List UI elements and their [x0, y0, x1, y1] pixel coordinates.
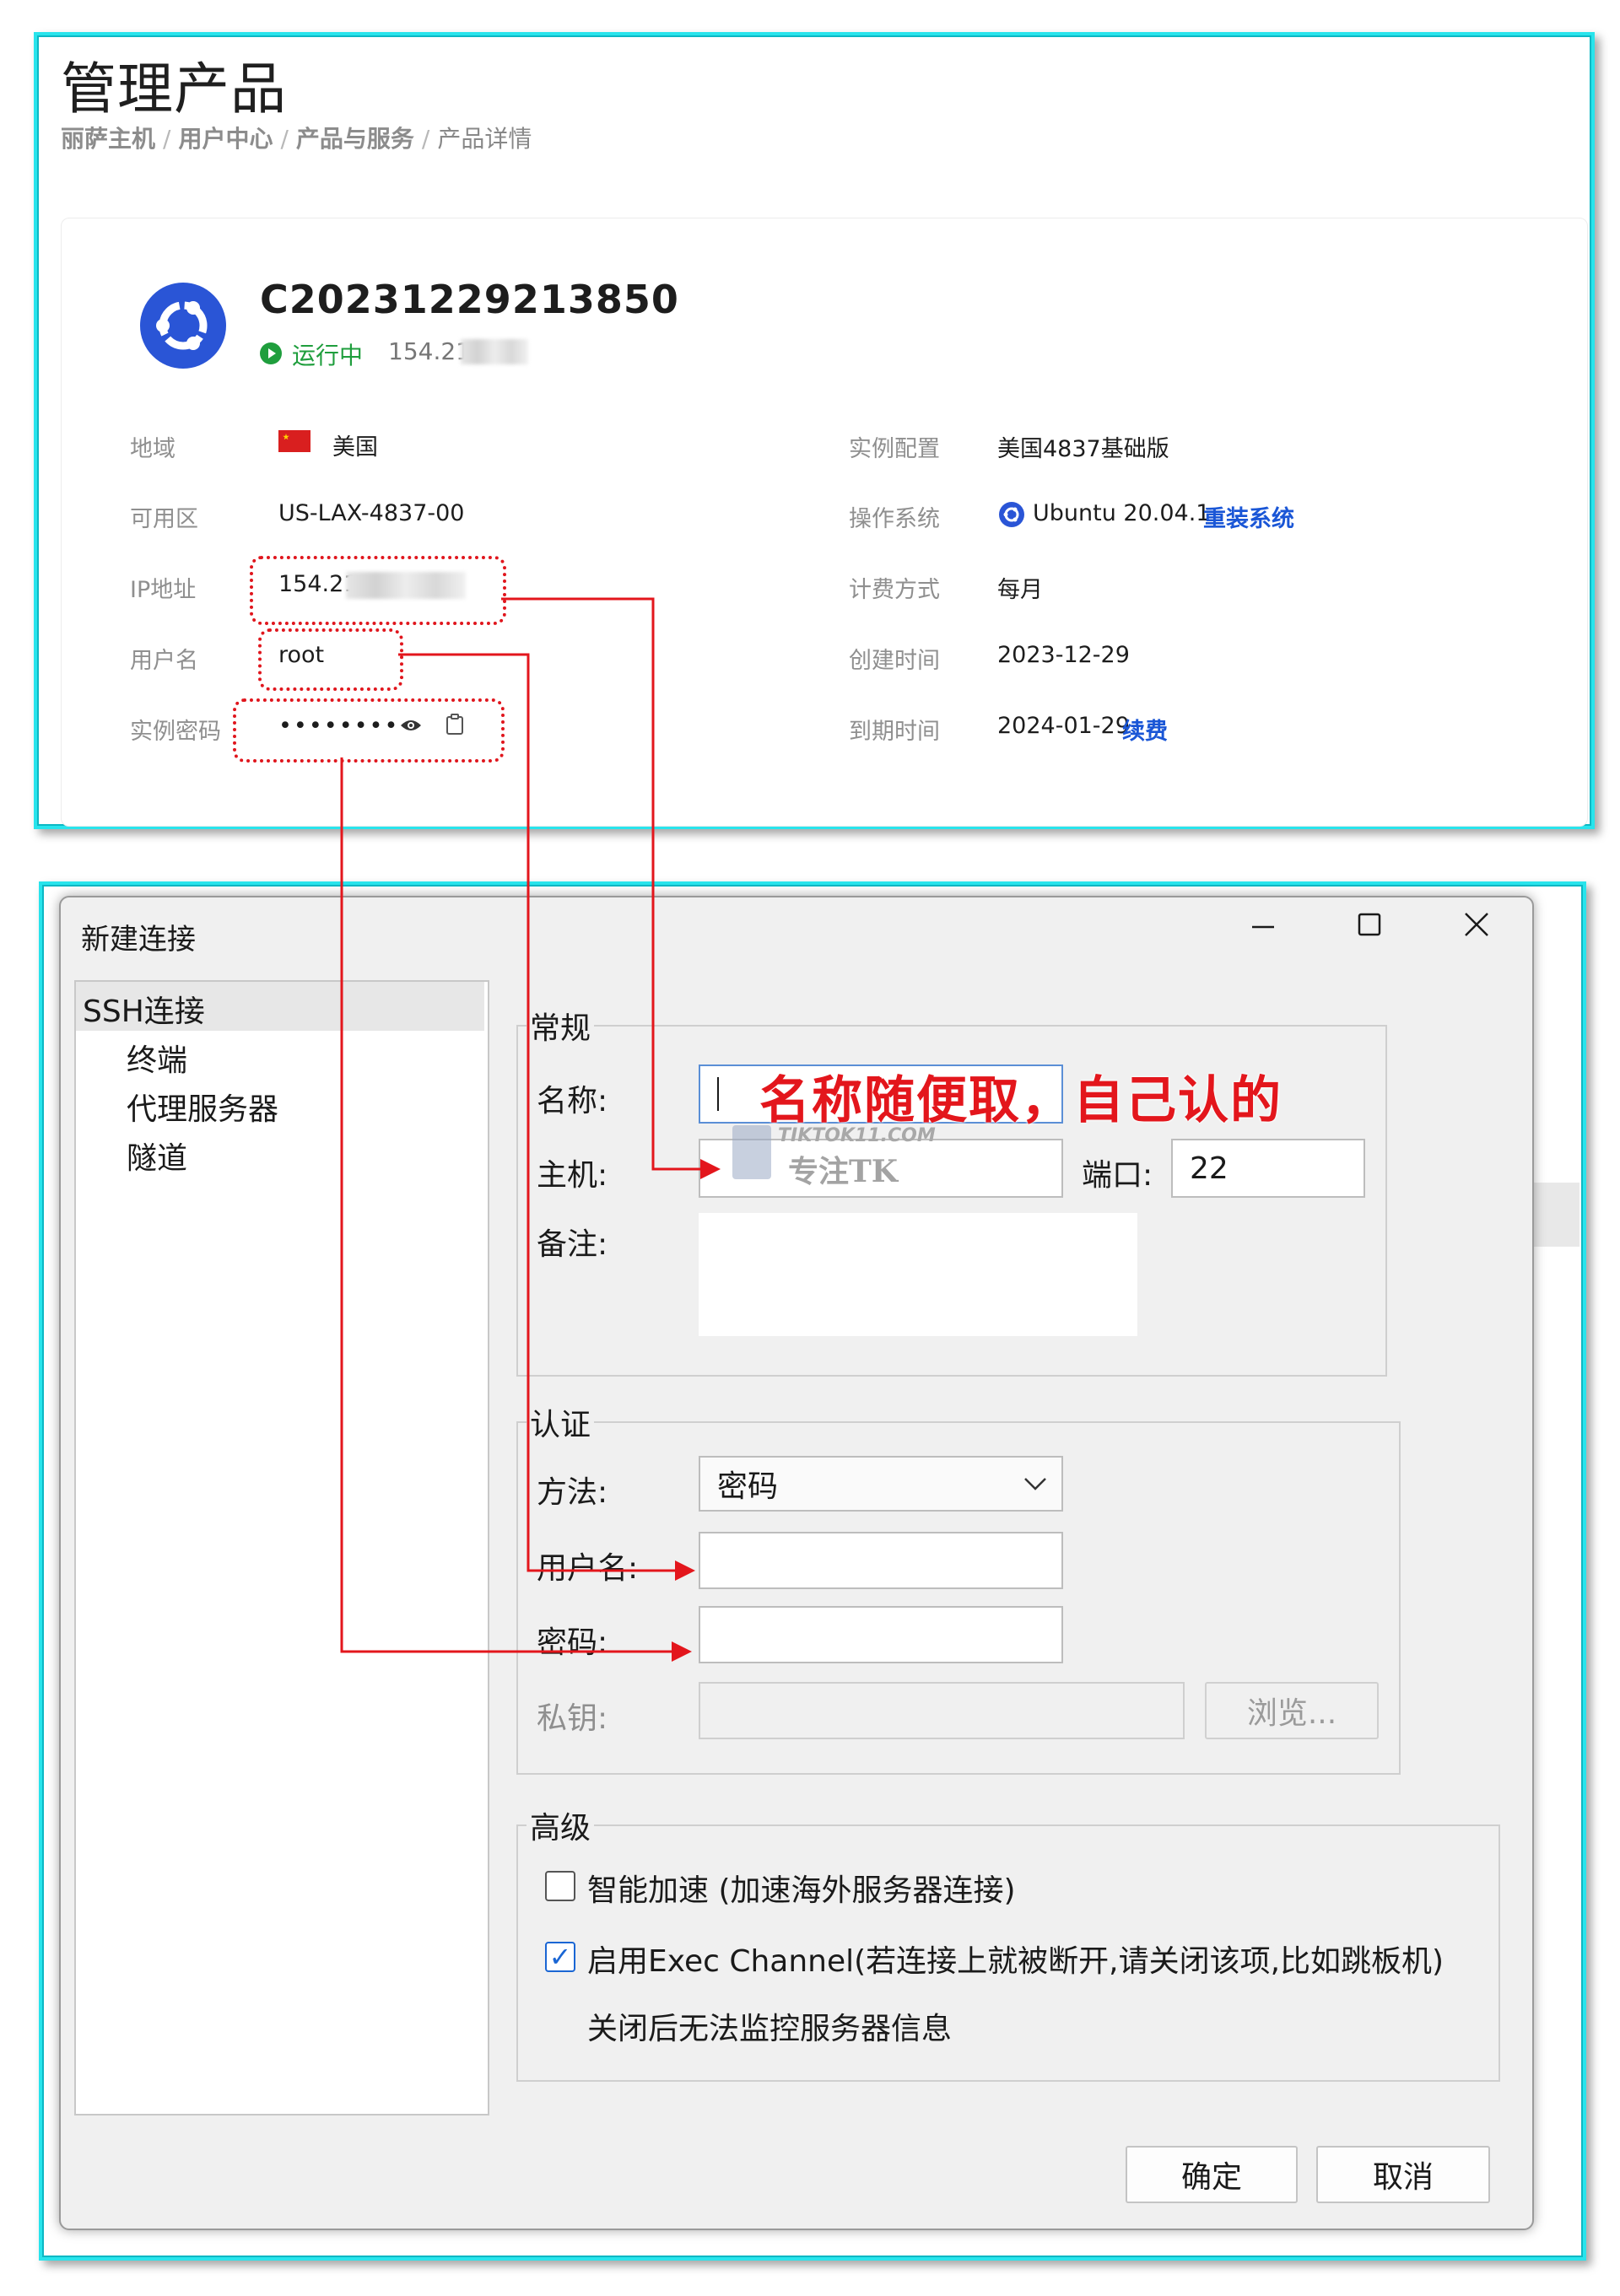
tree-item-proxy[interactable]: 代理服务器 [127, 1085, 278, 1129]
region-value: 美国 [332, 434, 378, 461]
created-value: 2023-12-29 [997, 642, 1130, 668]
method-label: 方法: [537, 1475, 608, 1510]
note-label: 备注: [537, 1227, 608, 1262]
minimize-button[interactable] [1249, 909, 1277, 946]
host-label: 主机: [537, 1158, 608, 1193]
general-legend: 常规 [530, 1011, 591, 1046]
tree-item-ssh[interactable]: SSH连接 [83, 987, 205, 1031]
os-value: Ubuntu 20.04.1 [1033, 500, 1211, 526]
ip-redaction-blur-2 [346, 572, 466, 599]
renew-link[interactable]: 续费 [1122, 713, 1168, 746]
annotation-text: 名称随便取，自己认的 [759, 1071, 1282, 1130]
config-value: 美国4837基础版 [997, 436, 1169, 462]
breadcrumb-item-products[interactable]: 产品与服务 [296, 125, 414, 153]
breadcrumb-item-home[interactable]: 丽萨主机 [61, 125, 155, 153]
dialog-title: 新建连接 [81, 923, 196, 957]
auth-username-input[interactable] [699, 1532, 1063, 1589]
label-billing: 计费方式 [849, 577, 940, 603]
ubuntu-small-icon [999, 502, 1024, 527]
zone-value: US-LAX-4837-00 [278, 500, 465, 526]
close-icon[interactable] [1461, 909, 1492, 947]
ok-button[interactable]: 确定 [1126, 2146, 1298, 2203]
label-expires: 到期时间 [849, 719, 940, 745]
auth-legend: 认证 [530, 1408, 591, 1442]
chevron-down-icon[interactable] [1023, 1474, 1048, 1496]
tree-item-tunnel[interactable]: 隧道 [127, 1134, 187, 1178]
browse-button: 浏览... [1205, 1682, 1379, 1739]
label-password: 实例密码 [130, 719, 221, 745]
exec-channel-label: 启用Exec Channel(若连接上就被断开,请关闭该项,比如跳板机) [587, 1944, 1444, 1979]
ubuntu-logo-icon [140, 283, 226, 369]
auth-password-input[interactable] [699, 1606, 1063, 1663]
copy-clipboard-icon[interactable] [446, 714, 464, 739]
breadcrumb: 丽萨主机 / 用户中心 / 产品与服务 / 产品详情 [61, 125, 532, 153]
reinstall-os-link[interactable]: 重装系统 [1203, 500, 1294, 533]
china-flag-icon [278, 430, 310, 452]
maximize-button[interactable] [1355, 909, 1384, 946]
name-label: 名称: [537, 1084, 608, 1118]
username-value[interactable]: root [278, 642, 324, 668]
breadcrumb-item-current: 产品详情 [437, 125, 532, 153]
exec-channel-note: 关闭后无法监控服务器信息 [587, 2012, 953, 2046]
cancel-button[interactable]: 取消 [1316, 2146, 1490, 2203]
auth-password-label: 密码: [537, 1625, 608, 1660]
running-status-icon [260, 342, 282, 364]
auth-username-label: 用户名: [537, 1551, 639, 1586]
watermark-text: 专注TK [788, 1154, 899, 1189]
method-select[interactable]: 密码 [699, 1456, 1063, 1512]
label-config: 实例配置 [849, 436, 940, 462]
label-os: 操作系统 [849, 506, 940, 532]
status-badge: 运行中 [292, 342, 364, 369]
expires-value: 2024-01-29 [997, 713, 1130, 739]
tree-item-terminal[interactable]: 终端 [127, 1036, 187, 1080]
ip-redaction-blur [461, 339, 528, 364]
billing-value: 每月 [997, 577, 1043, 603]
exec-channel-checkbox[interactable]: ✓ [545, 1942, 575, 1972]
watermark-url: TIKTOK11.COM [778, 1125, 936, 1146]
label-region: 地域 [130, 436, 176, 462]
smart-accel-checkbox[interactable] [545, 1871, 575, 1901]
label-username: 用户名 [130, 648, 198, 674]
instance-id: C20231229213850 [260, 277, 679, 322]
background-window-edge [1531, 1183, 1580, 1247]
page-title: 管理产品 [61, 57, 287, 121]
label-created: 创建时间 [849, 648, 940, 674]
show-password-eye-icon[interactable] [400, 717, 422, 737]
advanced-legend: 高级 [530, 1811, 591, 1846]
port-input[interactable]: 22 [1171, 1139, 1365, 1198]
private-key-input [699, 1682, 1185, 1739]
watermark-logo-icon [732, 1125, 771, 1179]
smart-accel-label: 智能加速 (加速海外服务器连接) [587, 1873, 1016, 1908]
private-key-label: 私钥: [537, 1701, 608, 1736]
method-select-value: 密码 [717, 1469, 779, 1504]
label-ip: IP地址 [130, 577, 197, 603]
port-label: 端口: [1082, 1158, 1153, 1193]
label-zone: 可用区 [130, 506, 198, 532]
password-value: •••••••• [278, 713, 400, 739]
note-textarea[interactable] [699, 1213, 1137, 1336]
breadcrumb-item-user-center[interactable]: 用户中心 [178, 125, 273, 153]
